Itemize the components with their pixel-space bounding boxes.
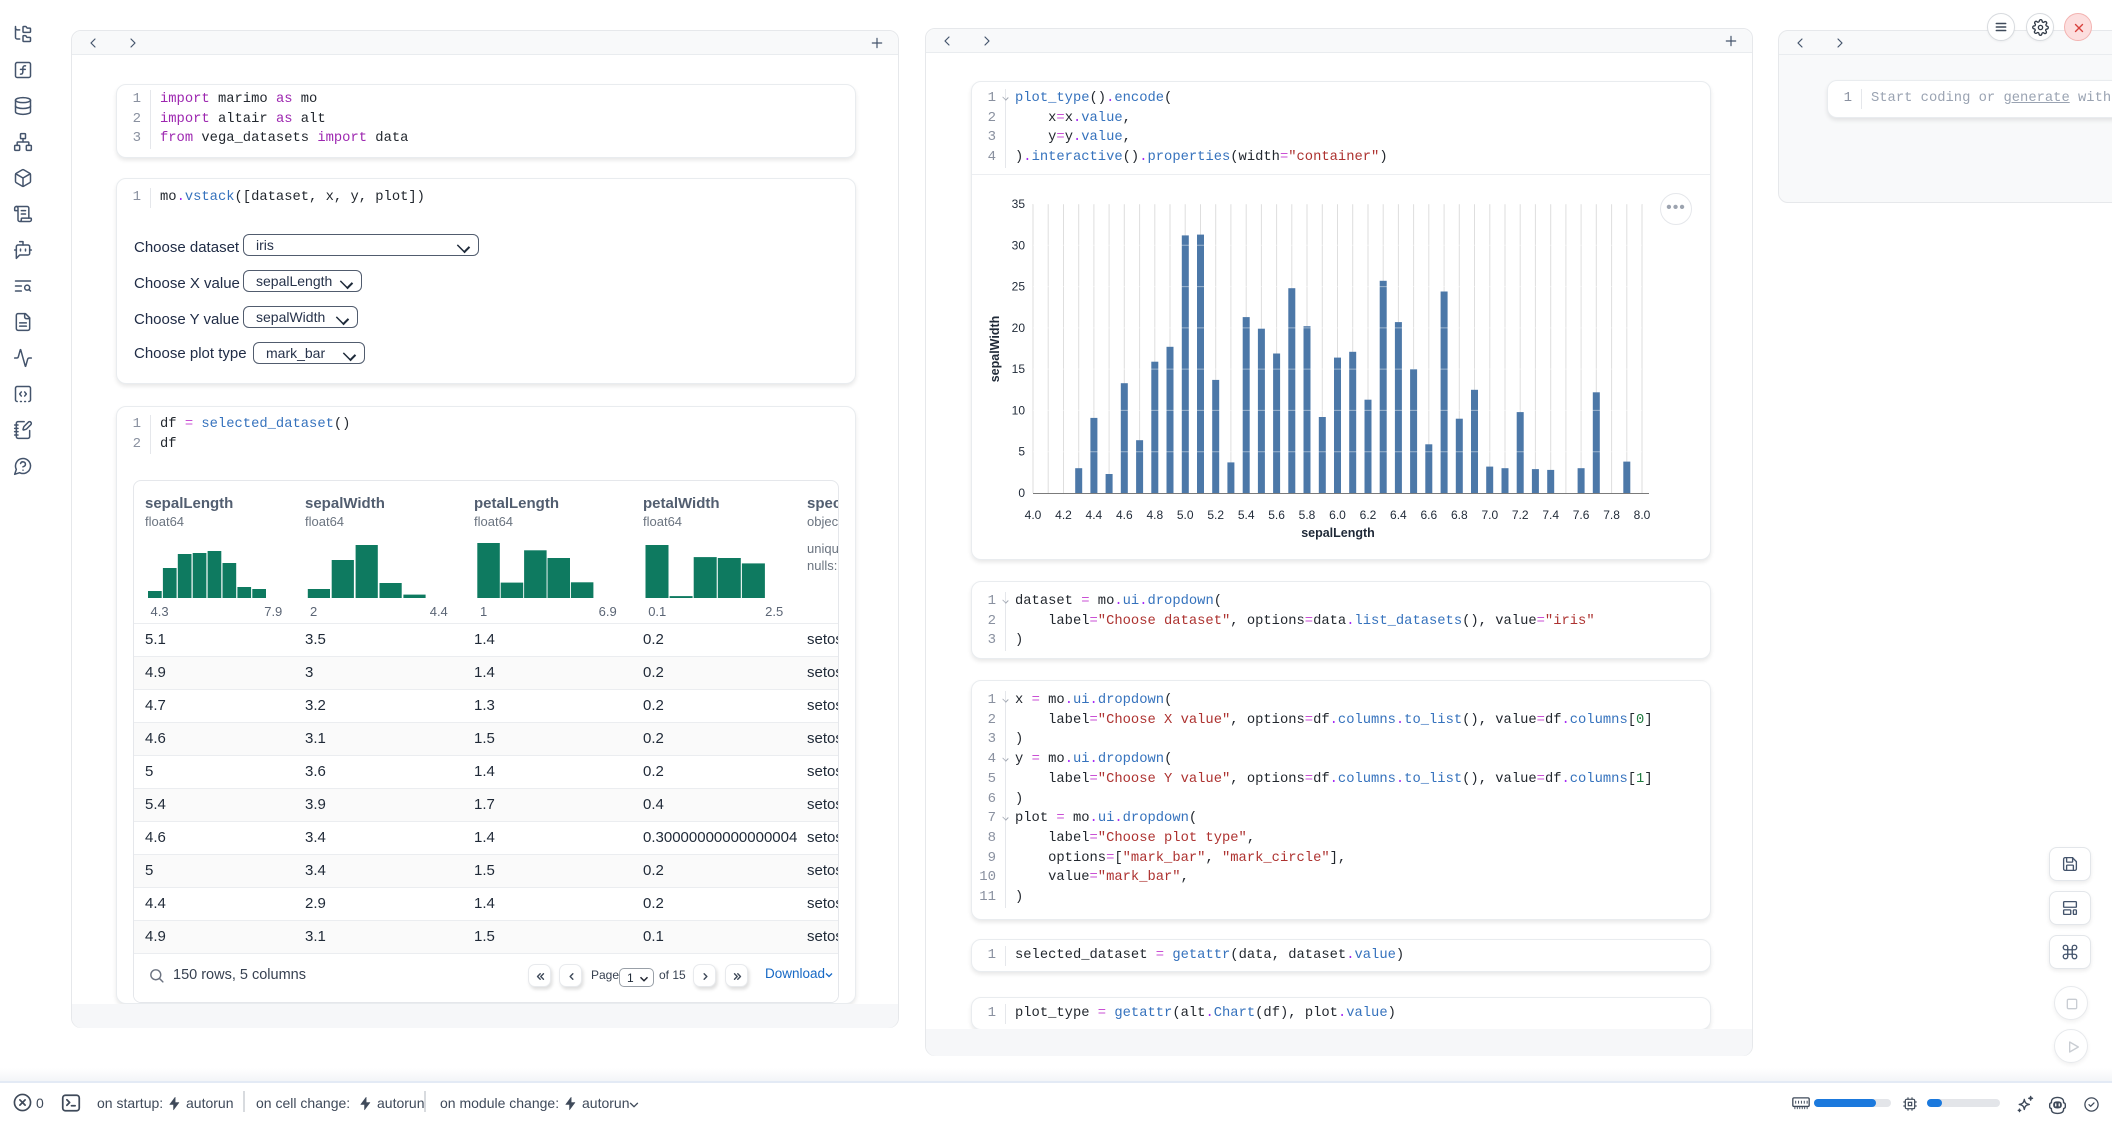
svg-text:5.2: 5.2 [1207,508,1224,522]
svg-text:4.2: 4.2 [1055,508,1072,522]
svg-text:4.8: 4.8 [1146,508,1163,522]
svg-text:sepalLength: sepalLength [1301,526,1375,540]
svg-text:float64: float64 [474,514,513,529]
svg-text:20: 20 [1012,321,1026,335]
svg-text:25: 25 [1012,280,1026,294]
svg-text:7.0: 7.0 [1481,508,1498,522]
svg-text:7.9: 7.9 [264,604,282,619]
svg-text:4.4: 4.4 [430,604,448,619]
svg-text:5.0: 5.0 [1177,508,1194,522]
svg-text:float64: float64 [643,514,682,529]
svg-text:1: 1 [480,604,487,619]
svg-text:0.1: 0.1 [648,604,666,619]
svg-text:sepalLength: sepalLength [145,495,233,512]
svg-text:uniqu: uniqu [807,541,838,556]
svg-text:6.9: 6.9 [599,604,617,619]
svg-text:4.6: 4.6 [1116,508,1133,522]
svg-text:sepalWidth: sepalWidth [305,495,385,512]
svg-text:7.6: 7.6 [1573,508,1590,522]
svg-text:petalLength: petalLength [474,495,559,512]
svg-text:4.0: 4.0 [1025,508,1042,522]
svg-text:6.4: 6.4 [1390,508,1407,522]
svg-text:petalWidth: petalWidth [643,495,720,512]
svg-text:35: 35 [1012,197,1026,211]
svg-text:float64: float64 [305,514,344,529]
svg-text:6.6: 6.6 [1420,508,1437,522]
svg-text:4.3: 4.3 [151,604,169,619]
svg-text:7.2: 7.2 [1512,508,1529,522]
svg-text:6.8: 6.8 [1451,508,1468,522]
svg-text:float64: float64 [145,514,184,529]
svg-text:sepalWidth: sepalWidth [988,316,1002,383]
svg-text:5.4: 5.4 [1238,508,1255,522]
svg-text:2.5: 2.5 [765,604,783,619]
svg-text:6.0: 6.0 [1329,508,1346,522]
svg-text:objec: objec [807,514,838,529]
svg-text:7.8: 7.8 [1603,508,1620,522]
svg-text:10: 10 [1012,403,1026,417]
svg-text:5: 5 [1018,445,1025,459]
svg-text:15: 15 [1012,362,1026,376]
svg-text:6.2: 6.2 [1360,508,1377,522]
svg-text:8.0: 8.0 [1634,508,1651,522]
svg-text:nulls:: nulls: [807,558,837,573]
svg-text:2: 2 [310,604,317,619]
svg-text:4.4: 4.4 [1086,508,1103,522]
svg-text:5.6: 5.6 [1268,508,1285,522]
svg-text:0: 0 [1018,486,1025,500]
svg-text:7.4: 7.4 [1542,508,1559,522]
svg-text:speci: speci [807,495,838,512]
svg-text:5.8: 5.8 [1299,508,1316,522]
svg-text:30: 30 [1012,238,1026,252]
